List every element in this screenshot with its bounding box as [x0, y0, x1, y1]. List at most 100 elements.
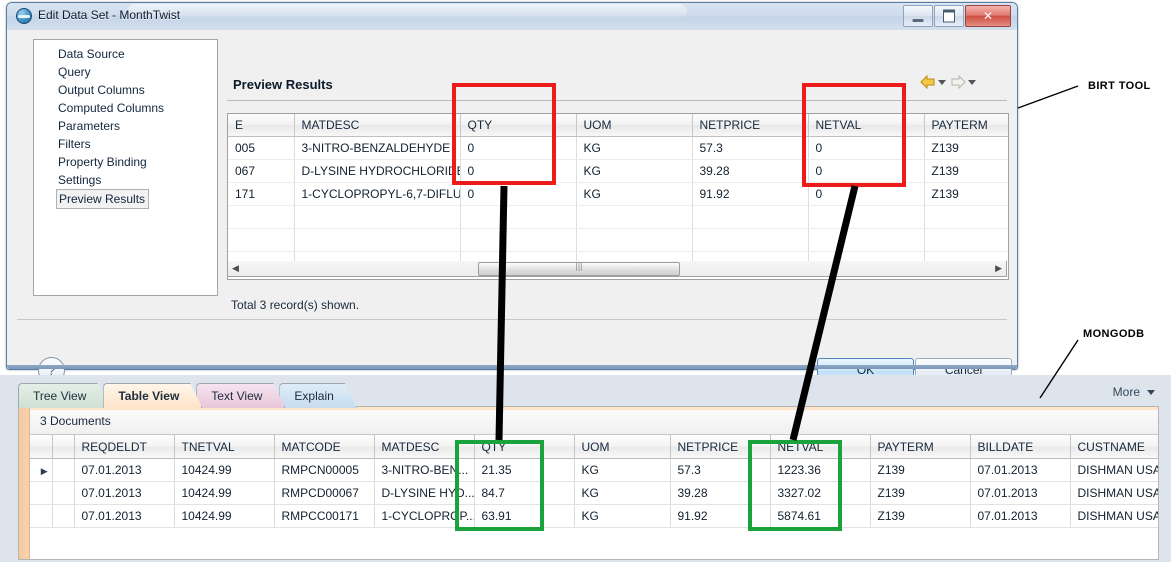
table-row[interactable]: 171 1-CYCLOPROPYL-6,7-DIFLU... 0 KG 91.9…	[228, 182, 1008, 206]
maximize-icon	[943, 9, 955, 23]
forward-dropdown-chevron-down-icon[interactable]	[968, 79, 976, 85]
mongo-col-netprice[interactable]: NETPRICE	[670, 435, 771, 459]
preview-col-qty[interactable]: QTY	[460, 114, 577, 137]
preview-col-uom[interactable]: UOM	[576, 114, 693, 137]
cell-matdesc: 1-CYCLOPROP...	[374, 504, 475, 528]
scrollbar-thumb[interactable]	[478, 262, 680, 276]
cell-billdate: 07.01.2013	[970, 504, 1071, 528]
minimize-button[interactable]	[903, 5, 933, 27]
annotation-birt-tool: BIRT TOOL	[1088, 80, 1151, 92]
row-selector[interactable]	[30, 504, 53, 528]
sidebar-item-query[interactable]: Query	[34, 63, 217, 81]
mongo-col-netval[interactable]: NETVAL	[770, 435, 871, 459]
cell-uom: KG	[574, 504, 671, 528]
cell-custname: DISHMAN USA...	[1070, 504, 1158, 528]
table-row[interactable]: 067 D-LYSINE HYDROCHLORIDE 0 KG 39.28 0 …	[228, 159, 1008, 183]
table-row-empty	[228, 228, 1008, 252]
mongo-col-tnetval[interactable]: TNETVAL	[174, 435, 275, 459]
preview-col-matcode[interactable]: E	[228, 114, 295, 137]
close-button[interactable]: ✕	[965, 5, 1011, 27]
mongo-col-rowgutter	[52, 435, 75, 459]
mongo-col-custname[interactable]: CUSTNAME	[1070, 435, 1158, 459]
mongo-col-matdesc[interactable]: MATDESC	[374, 435, 475, 459]
sidebar-item-output-columns[interactable]: Output Columns	[34, 81, 217, 99]
table-row[interactable]: ▶ 07.01.2013 10424.99 RMPCN00005 3-NITRO…	[30, 458, 1158, 482]
dataset-page-list[interactable]: Data Source Query Output Columns Compute…	[33, 39, 218, 296]
cell-uom: KG	[576, 182, 693, 206]
row-selector-arrow-icon: ▶	[40, 466, 48, 476]
cell-custname: DISHMAN USA...	[1070, 458, 1158, 482]
sidebar-item-filters[interactable]: Filters	[34, 135, 217, 153]
sidebar-item-settings[interactable]: Settings	[34, 171, 217, 189]
cell-reqdeldt: 07.01.2013	[74, 458, 175, 482]
back-arrow-icon[interactable]	[920, 75, 936, 89]
sidebar-item-parameters[interactable]: Parameters	[34, 117, 217, 135]
dialog-footer-divider	[17, 319, 1007, 320]
preview-results-table[interactable]: E MATDESC QTY UOM NETPRICE NETVAL PAYTER…	[227, 113, 1009, 280]
window-title-bar[interactable]: Edit Data Set - MonthTwist ✕	[7, 3, 1017, 31]
mongo-col-reqdeldt[interactable]: REQDELDT	[74, 435, 175, 459]
annotation-mongodb: MONGODB	[1083, 328, 1145, 340]
mongo-col-matcode[interactable]: MATCODE	[274, 435, 375, 459]
preview-horizontal-scrollbar[interactable]: ◀ ▶	[227, 261, 1007, 277]
mongodb-table-view-panel: Tree View Table View Text View Explain M…	[0, 375, 1171, 562]
panel-accent-strip	[19, 407, 30, 559]
cell-matdesc: D-LYSINE HYDROCHLORIDE	[294, 159, 461, 183]
row-selector[interactable]: ▶	[30, 458, 53, 482]
scroll-right-arrow-icon[interactable]: ▶	[995, 264, 1002, 273]
mongo-col-billdate[interactable]: BILLDATE	[970, 435, 1071, 459]
cell-matdesc: 3-NITRO-BEN...	[374, 458, 475, 482]
preview-header-row: E MATDESC QTY UOM NETPRICE NETVAL PAYTER…	[228, 114, 1008, 137]
tab-tree-view[interactable]: Tree View	[18, 383, 109, 408]
preview-results-heading: Preview Results	[233, 77, 333, 92]
dialog-bottom-accent	[7, 365, 1017, 369]
mongo-grid: REQDELDT TNETVAL MATCODE MATDESC QTY UOM…	[30, 435, 1158, 528]
window-controls: ✕	[902, 5, 1011, 27]
cell-qty: 0	[460, 182, 577, 206]
total-records-label: Total 3 record(s) shown.	[231, 298, 360, 312]
preview-col-netval[interactable]: NETVAL	[808, 114, 925, 137]
table-row[interactable]: 07.01.2013 10424.99 RMPCC00171 1-CYCLOPR…	[30, 504, 1158, 528]
row-gutter	[52, 504, 75, 528]
forward-arrow-icon[interactable]	[950, 75, 966, 89]
row-gutter	[52, 458, 75, 482]
back-dropdown-chevron-down-icon[interactable]	[938, 79, 946, 85]
tab-table-view[interactable]: Table View	[103, 383, 202, 408]
row-selector[interactable]	[30, 481, 53, 505]
cell-qty: 0	[460, 136, 577, 160]
table-row[interactable]: 005 3-NITRO-BENZALDEHYDE 0 KG 57.3 0 Z13…	[228, 136, 1008, 160]
cell-uom: KG	[576, 136, 693, 160]
more-menu-button[interactable]: More	[1113, 385, 1159, 399]
preview-col-matdesc[interactable]: MATDESC	[294, 114, 461, 137]
window-title: Edit Data Set - MonthTwist	[38, 8, 181, 22]
cell-matdesc: 3-NITRO-BENZALDEHYDE	[294, 136, 461, 160]
table-row[interactable]: 07.01.2013 10424.99 RMPCD00067 D-LYSINE …	[30, 481, 1158, 505]
sidebar-item-computed-columns[interactable]: Computed Columns	[34, 99, 217, 117]
mongo-col-qty[interactable]: QTY	[474, 435, 575, 459]
cell-netval: 1223.36	[770, 458, 871, 482]
preview-col-payterm[interactable]: PAYTERM	[924, 114, 1008, 137]
cell-qty: 63.91	[474, 504, 575, 528]
tab-explain[interactable]: Explain	[279, 383, 356, 408]
mongo-col-payterm[interactable]: PAYTERM	[870, 435, 971, 459]
mongo-col-uom[interactable]: UOM	[574, 435, 671, 459]
cell-payterm: Z139	[924, 136, 1008, 160]
cell-qty: 84.7	[474, 481, 575, 505]
scroll-left-arrow-icon[interactable]: ◀	[232, 264, 239, 273]
cell-payterm: Z139	[870, 504, 971, 528]
sidebar-item-data-source[interactable]: Data Source	[34, 45, 217, 63]
mongodb-table[interactable]: REQDELDT TNETVAL MATCODE MATDESC QTY UOM…	[30, 435, 1158, 559]
cell-netprice: 91.92	[692, 182, 809, 206]
mongo-col-rowhandle	[30, 435, 53, 459]
cell-billdate: 07.01.2013	[970, 481, 1071, 505]
preview-grid: E MATDESC QTY UOM NETPRICE NETVAL PAYTER…	[228, 114, 1008, 275]
sidebar-item-property-binding[interactable]: Property Binding	[34, 153, 217, 171]
cell-netval: 0	[808, 182, 925, 206]
cell-matcode: RMPCN00005	[274, 458, 375, 482]
preview-col-netprice[interactable]: NETPRICE	[692, 114, 809, 137]
sidebar-item-preview-results[interactable]: Preview Results	[56, 189, 150, 209]
cell-netval: 0	[808, 159, 925, 183]
preview-header-divider	[227, 100, 1007, 101]
maximize-button[interactable]	[934, 5, 964, 27]
tab-text-view[interactable]: Text View	[196, 383, 285, 408]
